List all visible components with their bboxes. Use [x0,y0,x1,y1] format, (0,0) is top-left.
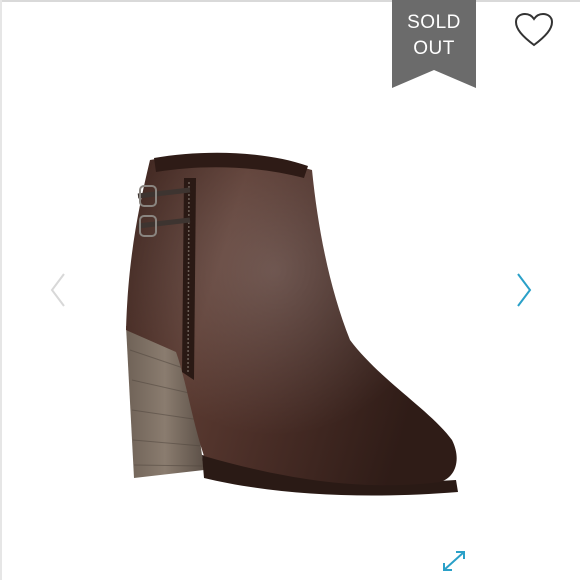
next-image-button[interactable] [508,268,538,312]
expand-image-button[interactable] [438,546,470,576]
product-image-viewer: SOLD OUT [0,0,580,580]
product-photo [126,152,458,496]
chevron-right-icon [517,273,532,307]
like-button[interactable] [512,10,556,50]
heart-icon [514,12,554,47]
sold-out-text: SOLD OUT [392,10,476,62]
chevron-left-icon [50,273,65,307]
sold-out-line-2: OUT [413,38,455,59]
previous-image-button[interactable] [44,268,74,312]
sold-out-line-1: SOLD [407,12,461,33]
expand-icon [443,551,465,571]
sold-out-badge: SOLD OUT [392,0,476,88]
